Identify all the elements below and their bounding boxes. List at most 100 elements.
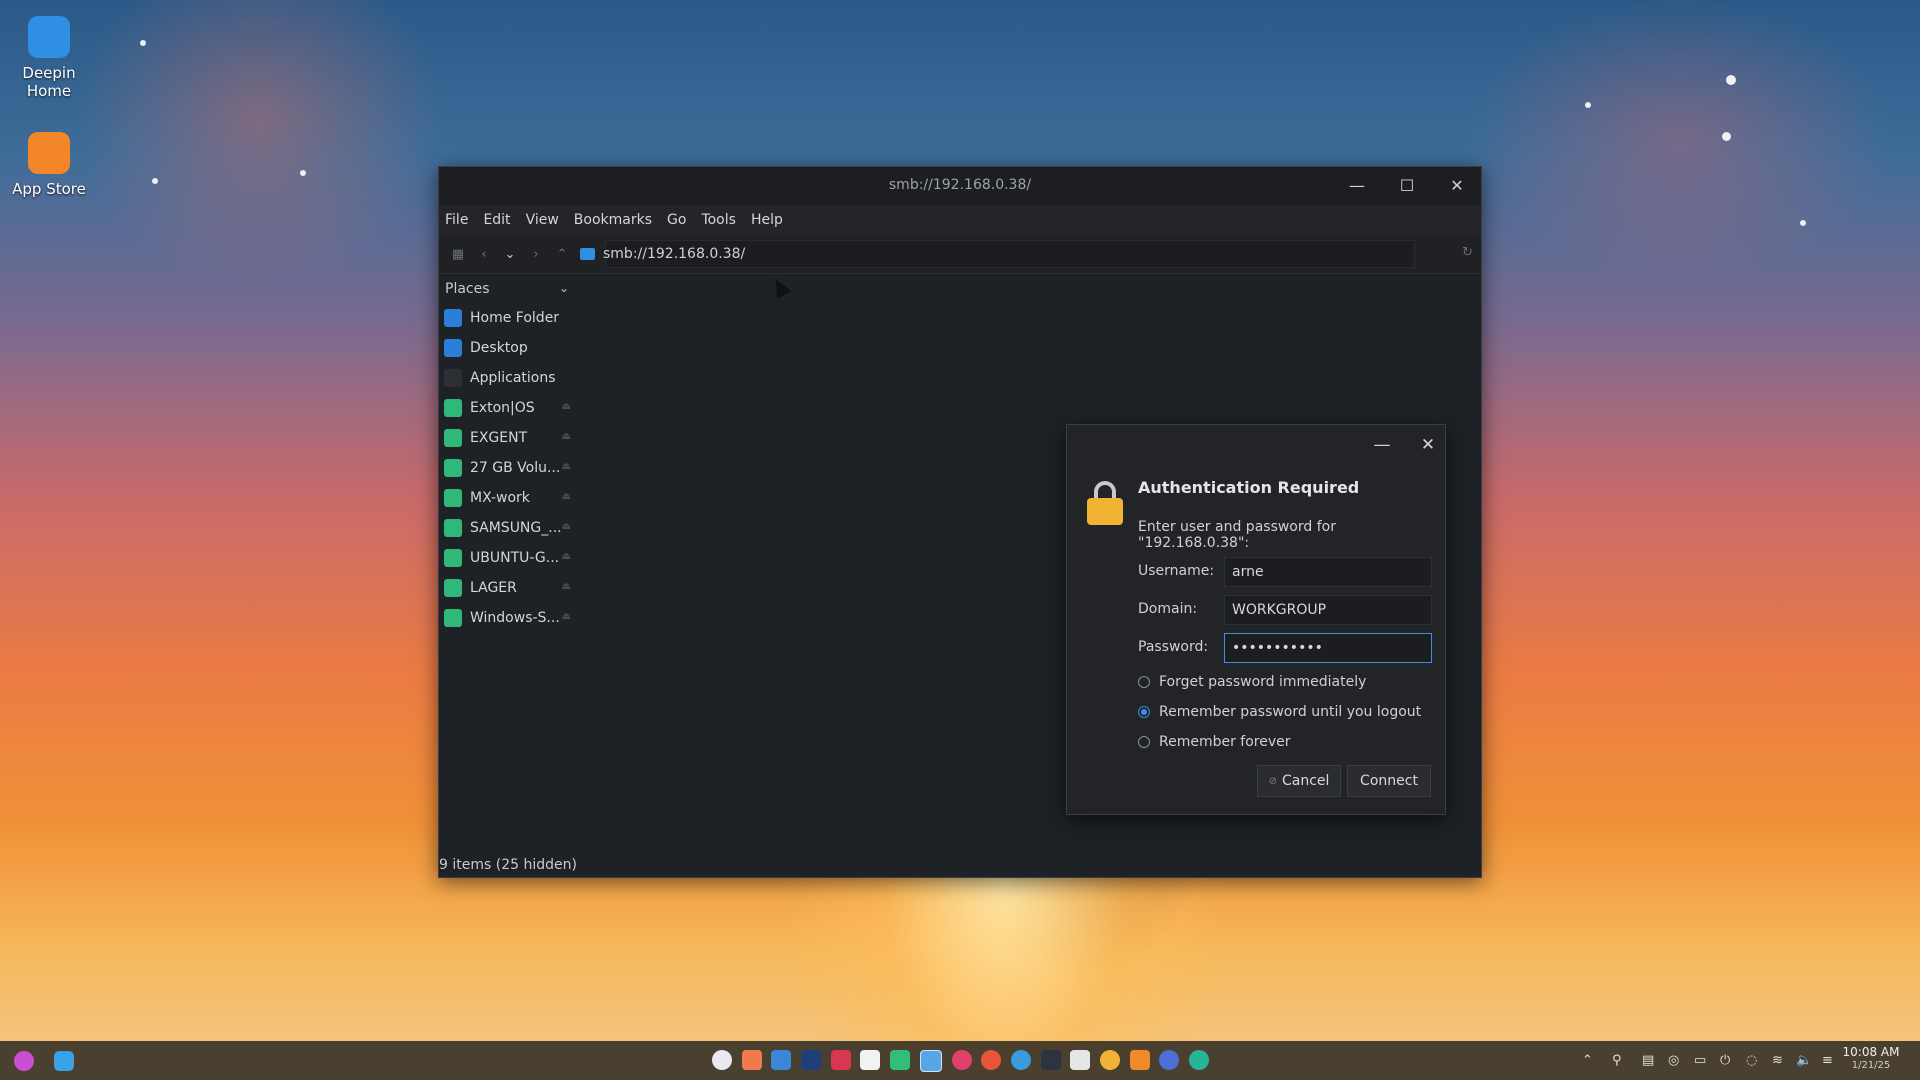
clock[interactable]: 10:08 AM 1/21/25	[1836, 1045, 1906, 1072]
app-store-icon	[28, 132, 70, 174]
sidebar-item-extonos[interactable]: Exton|OS ⏏	[439, 393, 579, 423]
menu-bookmarks[interactable]: Bookmarks	[574, 212, 652, 228]
up-icon[interactable]: ⌃	[549, 247, 575, 262]
sidebar-toggle-icon[interactable]: ▦	[445, 247, 471, 262]
launchpad-icon[interactable]	[741, 1050, 762, 1070]
terminal-icon[interactable]	[830, 1050, 851, 1070]
drive-icon	[444, 579, 462, 597]
applications-icon	[444, 369, 462, 387]
search-icon[interactable]	[54, 1051, 74, 1071]
eject-icon[interactable]: ⏏	[562, 401, 571, 412]
dialog-title-bar[interactable]: — ✕	[1067, 425, 1445, 465]
eject-icon[interactable]: ⏏	[562, 551, 571, 562]
update-icon[interactable]	[1189, 1050, 1209, 1070]
drive-icon	[444, 399, 462, 417]
username-field[interactable]	[1224, 557, 1432, 587]
password-field[interactable]	[1224, 633, 1432, 663]
eject-icon[interactable]: ⏏	[562, 431, 571, 442]
radio-forget-immediately[interactable]: Forget password immediately	[1138, 671, 1366, 693]
menu-file[interactable]: File	[445, 212, 468, 228]
network-icon[interactable]: ◎	[1668, 1053, 1679, 1068]
reload-icon[interactable]: ↻	[1462, 245, 1473, 260]
device-manager-icon[interactable]	[1159, 1050, 1180, 1070]
radio-remember-forever[interactable]: Remember forever	[1138, 731, 1291, 753]
back-icon[interactable]: ‹	[471, 247, 497, 262]
clock-time: 10:08 AM	[1842, 1045, 1900, 1059]
launcher-icon[interactable]	[14, 1051, 34, 1071]
location-bar[interactable]: smb://192.168.0.38/	[580, 240, 1415, 268]
files-active-icon[interactable]	[919, 1050, 942, 1072]
lock-icon	[1087, 481, 1123, 525]
sidebar-item-mx-work[interactable]: MX-work ⏏	[439, 483, 579, 513]
sidebar-item-samsung[interactable]: SAMSUNG_... ⏏	[439, 513, 579, 543]
sidebar-item-home-folder[interactable]: Home Folder	[439, 303, 579, 333]
places-header[interactable]: Places ⌄	[439, 275, 579, 303]
calendar-icon[interactable]	[860, 1050, 881, 1070]
settings-gear-icon[interactable]	[981, 1050, 1002, 1070]
sidebar-item-label: Desktop	[470, 340, 528, 356]
sidebar-item-exgent[interactable]: EXGENT ⏏	[439, 423, 579, 453]
desktop-icon-deepin-home[interactable]: Deepin Home	[4, 16, 94, 100]
music-icon[interactable]	[890, 1050, 911, 1070]
sidebar-item-27gb-volume[interactable]: 27 GB Volu... ⏏	[439, 453, 579, 483]
desktop-icon-label: App Store	[12, 180, 86, 198]
eject-icon[interactable]: ⏏	[562, 461, 571, 472]
chrome-icon[interactable]	[1099, 1050, 1120, 1070]
multitask-view-icon[interactable]	[712, 1050, 732, 1070]
dialog-minimize-button[interactable]: —	[1369, 432, 1395, 458]
radio-button[interactable]	[1138, 706, 1150, 718]
minimize-button[interactable]: —	[1343, 173, 1371, 199]
username-label: Username:	[1138, 563, 1215, 579]
sidebar-item-ubuntu[interactable]: UBUNTU-G... ⏏	[439, 543, 579, 573]
forward-icon[interactable]: ›	[523, 247, 549, 262]
menu-view[interactable]: View	[526, 212, 559, 228]
tray-expand-icon[interactable]: ⌃	[1582, 1053, 1593, 1068]
cancel-button[interactable]: ⊘ Cancel	[1257, 765, 1341, 797]
eject-icon[interactable]: ⏏	[562, 521, 571, 532]
connect-button[interactable]: Connect	[1347, 765, 1431, 797]
eject-icon[interactable]: ⏏	[562, 491, 571, 502]
sidebar-item-windows[interactable]: Windows-S... ⏏	[439, 603, 579, 633]
dialog-close-button[interactable]: ✕	[1415, 432, 1441, 458]
media-player-icon[interactable]	[951, 1050, 972, 1070]
volume-icon[interactable]: 🔈	[1796, 1053, 1812, 1068]
domain-row: Domain:	[1138, 595, 1434, 625]
file-manager-icon[interactable]	[771, 1050, 792, 1070]
cancel-button-label: Cancel	[1281, 773, 1330, 789]
radio-button[interactable]	[1138, 736, 1150, 748]
notification-icon[interactable]: ◌	[1746, 1053, 1757, 1068]
maximize-button[interactable]: ☐	[1393, 173, 1421, 199]
desktop-icon-app-store[interactable]: App Store	[4, 132, 94, 198]
sidebar-item-applications[interactable]: Applications	[439, 363, 579, 393]
menu-help[interactable]: Help	[751, 212, 783, 228]
menu-edit[interactable]: Edit	[483, 212, 510, 228]
eject-icon[interactable]: ⏏	[562, 581, 571, 592]
text-editor-icon[interactable]	[801, 1050, 822, 1070]
menu-tools[interactable]: Tools	[701, 212, 736, 228]
usb-icon[interactable]: ⚲	[1612, 1053, 1622, 1068]
wifi-icon[interactable]: ≋	[1772, 1053, 1783, 1068]
radio-button[interactable]	[1138, 676, 1150, 688]
dock	[712, 1050, 1219, 1072]
chevron-down-icon[interactable]: ⌄	[559, 281, 569, 295]
control-center-icon[interactable]	[1010, 1050, 1031, 1070]
keyboard-icon[interactable]: ▤	[1642, 1053, 1654, 1068]
history-dropdown-icon[interactable]: ⌄	[497, 247, 523, 262]
eject-icon[interactable]: ⏏	[562, 611, 571, 622]
radio-remember-until-logout[interactable]: Remember password until you logout	[1138, 701, 1421, 723]
dialog-title: Authentication Required	[1138, 478, 1360, 497]
power-icon[interactable]: ⏻	[1720, 1053, 1730, 1068]
drive-icon	[444, 459, 462, 477]
close-button[interactable]: ✕	[1443, 173, 1471, 199]
archive-manager-icon[interactable]	[1070, 1050, 1091, 1070]
app-store-dock-icon[interactable]	[1129, 1050, 1150, 1070]
control-center-tray-icon[interactable]: ≡	[1822, 1053, 1833, 1068]
title-bar[interactable]: smb://192.168.0.38/ — ☐ ✕	[439, 167, 1481, 205]
domain-field[interactable]	[1224, 595, 1432, 625]
system-monitor-icon[interactable]	[1040, 1050, 1061, 1070]
sidebar-item-lager[interactable]: LAGER ⏏	[439, 573, 579, 603]
battery-icon[interactable]: ▭	[1694, 1053, 1706, 1068]
sidebar-item-desktop[interactable]: Desktop	[439, 333, 579, 363]
menu-go[interactable]: Go	[667, 212, 686, 228]
toolbar: ▦ ‹ ⌄ › ⌃ smb://192.168.0.38/ ↻	[439, 235, 1481, 274]
